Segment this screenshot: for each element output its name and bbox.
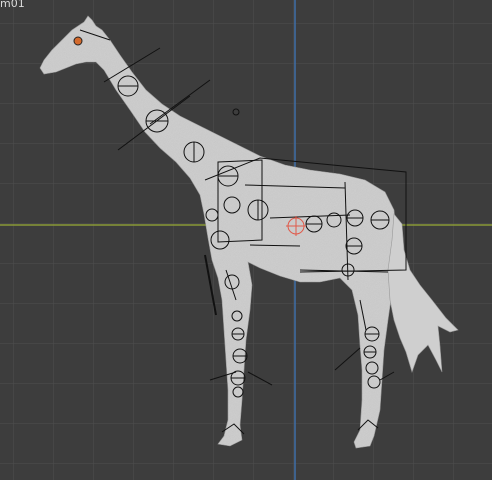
eye (73, 36, 83, 46)
viewport-grid (0, 0, 492, 480)
object-name-label: m01 (0, 0, 25, 10)
3d-viewport[interactable]: m01 (0, 0, 492, 480)
